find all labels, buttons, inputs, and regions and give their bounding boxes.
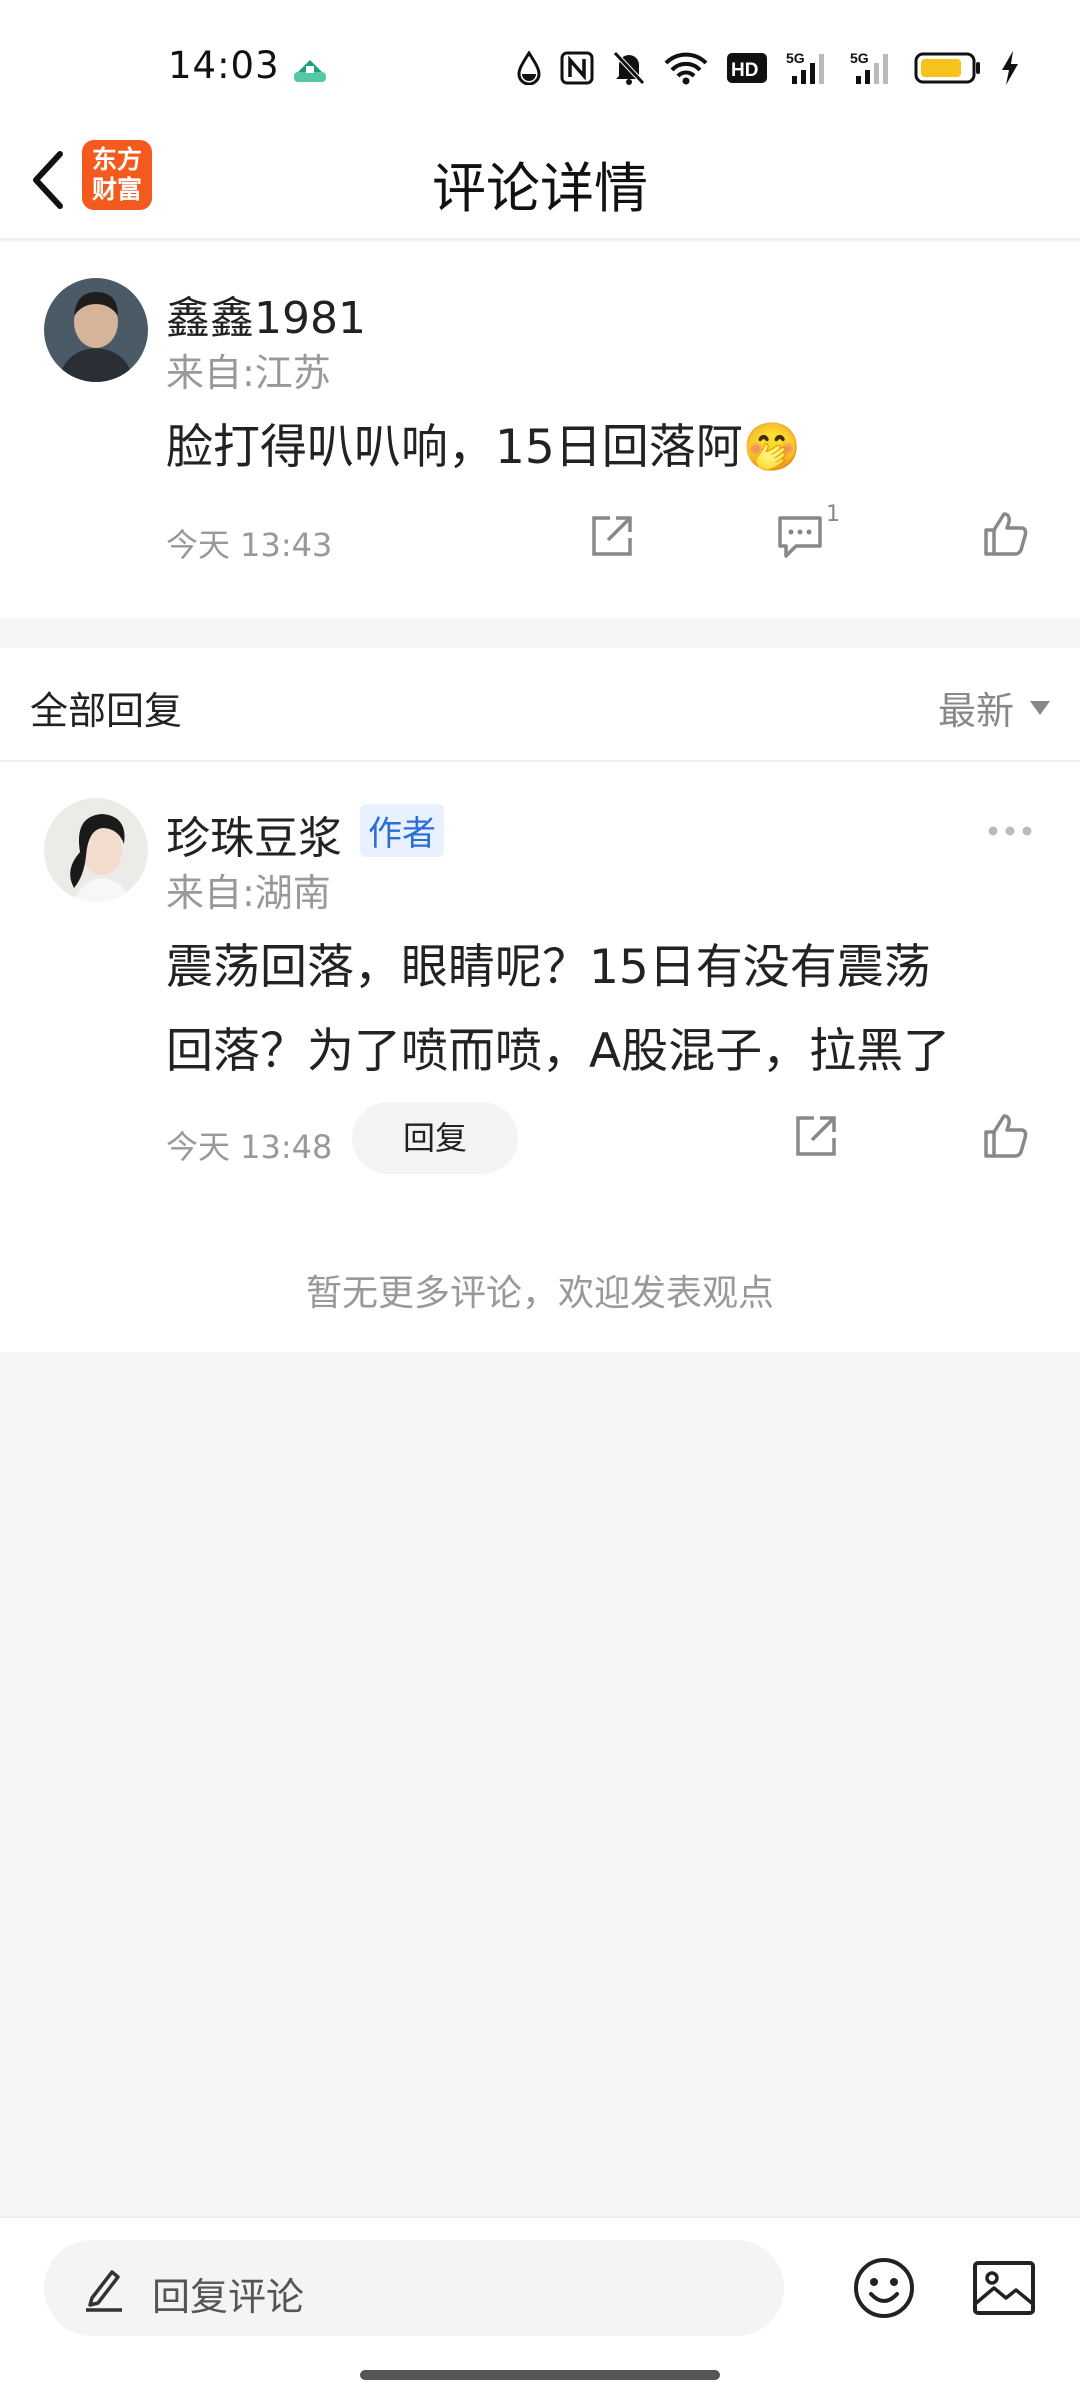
share-icon[interactable] — [792, 1112, 840, 1160]
comment-icon[interactable] — [776, 514, 824, 560]
all-replies-label: 全部回复 — [30, 689, 183, 733]
status-time: 14:03 — [168, 44, 280, 87]
reply-button[interactable]: 回复 — [352, 1102, 518, 1174]
avatar-image — [44, 278, 148, 382]
username[interactable]: 鑫鑫1981 — [166, 282, 366, 346]
username[interactable]: 珍珠豆浆 — [166, 802, 342, 866]
caret-down-icon — [1030, 700, 1050, 715]
dnd-drop-icon — [517, 51, 541, 85]
svg-text:HD: HD — [731, 60, 758, 81]
avatar-image — [44, 798, 148, 902]
mute-bell-icon — [613, 51, 645, 85]
comment-text: 脸打得叭叭响，15日回落阿🤭 — [166, 420, 802, 475]
emoji-icon[interactable] — [852, 2256, 916, 2320]
home-indicator[interactable] — [360, 2370, 720, 2380]
reply-text-line1: 震荡回落，眼睛呢？15日有没有震荡 — [166, 940, 931, 995]
nfc-icon — [560, 51, 594, 85]
status-bar: 14:03 HD 5G 5G — [0, 0, 1080, 120]
reply-comment-input[interactable]: 回复评论 — [44, 2240, 784, 2336]
share-icon[interactable] — [588, 512, 636, 560]
location-label: 来自:湖南 — [166, 871, 331, 915]
pencil-icon — [86, 2270, 122, 2312]
title-bar: 东方 财富 评论详情 — [0, 120, 1080, 240]
signal-5g-icon: 5G — [850, 50, 888, 84]
hd-icon: HD — [727, 53, 767, 83]
no-more-comments-text: 暂无更多评论，欢迎发表观点 — [305, 1273, 774, 1314]
sort-dropdown[interactable]: 最新 — [938, 680, 1050, 735]
avatar[interactable] — [44, 278, 148, 382]
author-badge: 作者 — [360, 804, 444, 857]
wifi-icon — [664, 52, 708, 85]
like-icon[interactable] — [982, 1112, 1030, 1160]
reply-count: 1 — [826, 502, 840, 527]
more-options-icon[interactable] — [986, 824, 1034, 838]
signal-5g-icon: 5G — [786, 50, 824, 84]
page-title: 评论详情 — [432, 157, 648, 220]
reply-text-line2: 回落？为了喷而喷，A股混子，拉黑了 — [166, 1024, 951, 1079]
reply-time: 今天 13:48 — [166, 1128, 333, 1166]
avatar[interactable] — [44, 798, 148, 902]
charging-icon — [1002, 51, 1018, 85]
replies-header: 全部回复 最新 — [0, 648, 1080, 762]
like-icon[interactable] — [982, 510, 1030, 558]
comment-time: 今天 13:43 — [166, 526, 333, 564]
reply-input-placeholder: 回复评论 — [152, 2275, 305, 2319]
location-label: 来自:江苏 — [166, 351, 331, 395]
app-notification-icon — [294, 60, 326, 82]
image-upload-icon[interactable] — [972, 2258, 1036, 2318]
sort-label: 最新 — [937, 689, 1014, 733]
reply-item: 珍珠豆浆 作者 来自:湖南 震荡回落，眼睛呢？15日有没有震荡 回落？为了喷而喷… — [0, 762, 1080, 1352]
status-icons: HD 5G 5G — [516, 46, 1020, 90]
section-gap — [0, 618, 1080, 648]
svg-text:5G: 5G — [786, 50, 805, 66]
battery-icon — [914, 52, 980, 84]
main-comment: 鑫鑫1981 来自:江苏 脸打得叭叭响，15日回落阿🤭 今天 13:43 1 — [0, 242, 1080, 618]
svg-text:5G: 5G — [850, 50, 869, 66]
